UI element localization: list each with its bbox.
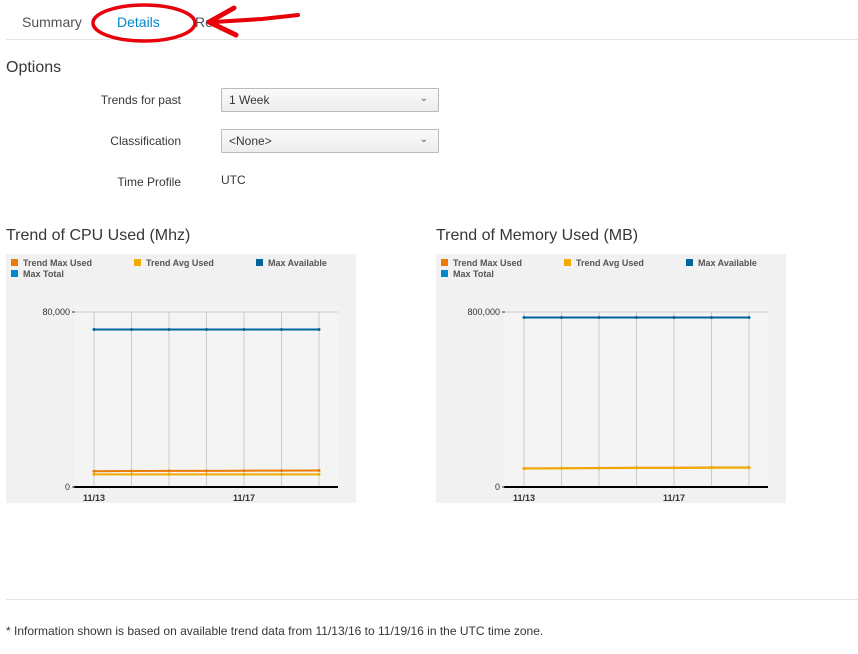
cpu-data-point bbox=[92, 469, 96, 473]
memory-data-point bbox=[672, 466, 676, 470]
memory-chart-svg: Trend Max Used Trend Avg Used Max Availabl… bbox=[441, 258, 768, 503]
memory-data-point bbox=[560, 315, 563, 319]
tab-reports-label: Reports bbox=[195, 14, 213, 30]
memory-data-point bbox=[560, 466, 563, 470]
cpu-chart: Trend Max Used Trend Avg Used Max Availabl… bbox=[6, 254, 356, 503]
tab-summary[interactable]: Summary bbox=[22, 14, 82, 30]
memory-data-point bbox=[522, 315, 526, 319]
memory-data-point bbox=[635, 315, 638, 319]
cpu-data-point bbox=[280, 472, 283, 476]
cpu-data-point bbox=[167, 469, 171, 473]
cpu-data-point bbox=[130, 469, 133, 473]
time-profile-value: UTC bbox=[221, 173, 246, 187]
trends-for-past-label: Trends for past bbox=[100, 93, 181, 107]
cpu-x-tick-label: 11/17 bbox=[233, 493, 255, 503]
cpu-data-point bbox=[242, 472, 246, 476]
memory-legend-label: Trend Max Used bbox=[453, 258, 522, 268]
cpu-data-point bbox=[317, 328, 321, 331]
cpu-data-point bbox=[167, 472, 171, 476]
cpu-data-point bbox=[92, 328, 96, 331]
trends-for-past-select[interactable]: 1 Week ⌄ bbox=[221, 88, 439, 112]
cpu-legend-swatch bbox=[134, 259, 141, 266]
cpu-data-point bbox=[317, 472, 321, 476]
memory-chart: Trend Max Used Trend Avg Used Max Availabl… bbox=[436, 254, 786, 503]
memory-data-point bbox=[710, 466, 713, 470]
memory-legend-swatch bbox=[686, 259, 693, 266]
cpu-data-point bbox=[205, 472, 208, 476]
chevron-down-icon: ⌄ bbox=[419, 134, 428, 145]
chevron-down-icon: ⌄ bbox=[419, 93, 428, 104]
memory-legend-swatch bbox=[564, 259, 571, 266]
cpu-legend-label: Max Available bbox=[268, 258, 327, 268]
cpu-data-point bbox=[280, 469, 283, 473]
classification-value: <None> bbox=[229, 134, 272, 148]
memory-y-tick-label: 800,000 bbox=[467, 307, 500, 317]
memory-legend-swatch bbox=[441, 259, 448, 266]
memory-data-point bbox=[747, 315, 751, 319]
cpu-legend-label: Max Total bbox=[23, 269, 64, 279]
memory-x-tick-label: 11/13 bbox=[513, 493, 535, 503]
cpu-legend-label: Trend Max Used bbox=[23, 258, 92, 268]
trends-for-past-value: 1 Week bbox=[229, 93, 270, 107]
cpu-data-point bbox=[280, 328, 283, 331]
cpu-data-point bbox=[242, 328, 246, 331]
time-profile-label: Time Profile bbox=[117, 175, 181, 189]
memory-data-point bbox=[522, 467, 526, 471]
memory-legend-swatch bbox=[441, 270, 448, 277]
cpu-data-point bbox=[317, 468, 321, 472]
cpu-data-point bbox=[130, 328, 133, 331]
cpu-legend-label: Trend Avg Used bbox=[146, 258, 214, 268]
cpu-data-point bbox=[167, 328, 171, 331]
cpu-data-point bbox=[205, 469, 208, 473]
cpu-y-tick-label: 80,000 bbox=[42, 307, 70, 317]
memory-y-tick-label: 0 bbox=[495, 482, 500, 492]
memory-data-point bbox=[747, 466, 751, 470]
footnote: * Information shown is based on availabl… bbox=[6, 624, 544, 638]
cpu-y-tick-label: 0 bbox=[65, 482, 70, 492]
memory-data-point bbox=[635, 466, 638, 470]
memory-legend-label: Trend Avg Used bbox=[576, 258, 644, 268]
cpu-legend-swatch bbox=[11, 259, 18, 266]
memory-data-point bbox=[710, 315, 713, 319]
memory-chart-title: Trend of Memory Used (MB) bbox=[436, 227, 639, 244]
memory-data-point bbox=[597, 315, 601, 319]
memory-legend-label: Max Available bbox=[698, 258, 757, 268]
tab-details[interactable]: Details bbox=[117, 14, 160, 30]
cpu-legend-swatch bbox=[256, 259, 263, 266]
cpu-data-point bbox=[205, 328, 208, 331]
cpu-chart-svg: Trend Max Used Trend Avg Used Max Availabl… bbox=[11, 258, 338, 503]
memory-x-tick-label: 11/17 bbox=[663, 493, 685, 503]
memory-data-point bbox=[672, 315, 676, 319]
footer-divider bbox=[6, 599, 858, 600]
classification-label: Classification bbox=[110, 134, 181, 148]
tab-bar: Summary Details Reports bbox=[6, 0, 858, 40]
tab-reports[interactable]: Reports bbox=[195, 14, 213, 30]
memory-data-point bbox=[597, 466, 601, 470]
cpu-data-point bbox=[130, 472, 133, 476]
cpu-x-tick-label: 11/13 bbox=[83, 493, 105, 503]
cpu-legend-swatch bbox=[11, 270, 18, 277]
cpu-data-point bbox=[92, 472, 96, 476]
cpu-chart-title: Trend of CPU Used (Mhz) bbox=[6, 227, 191, 244]
cpu-data-point bbox=[242, 469, 246, 473]
options-title: Options bbox=[6, 59, 62, 76]
memory-legend-label: Max Total bbox=[453, 269, 494, 279]
classification-select[interactable]: <None> ⌄ bbox=[221, 129, 439, 153]
